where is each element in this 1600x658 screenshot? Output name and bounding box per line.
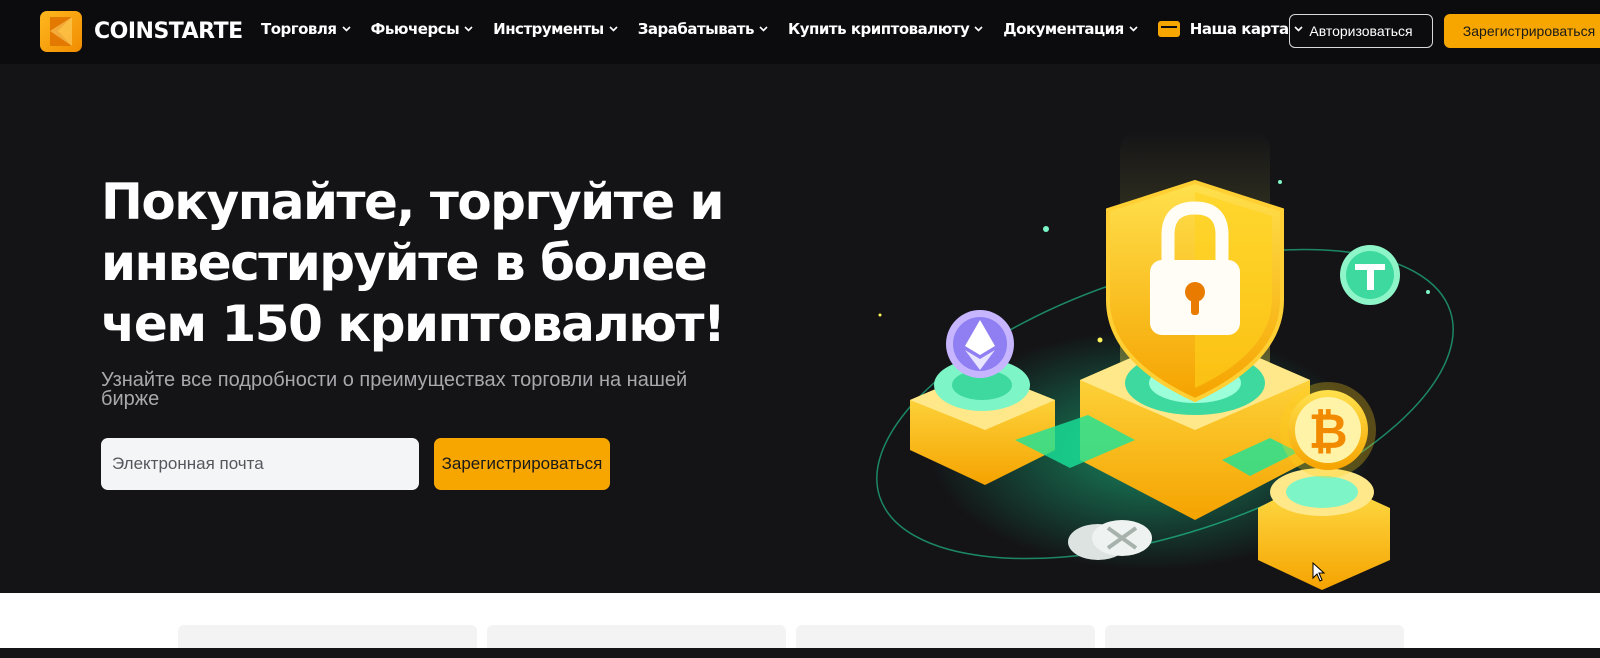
features-section	[0, 593, 1600, 648]
nav-item-label: Документация	[1003, 20, 1124, 38]
nav-item-label: Наша карта	[1189, 20, 1289, 38]
crypto-security-illustration: ₿	[876, 130, 1454, 590]
nav-item-label: Купить криптовалюту	[788, 20, 970, 38]
chevron-down-icon	[464, 26, 473, 32]
nav-item-buy-crypto[interactable]: Купить криптовалюту	[788, 20, 983, 38]
nav-item-tools[interactable]: Инструменты	[493, 20, 618, 38]
credit-card-icon	[1157, 21, 1180, 37]
brand-name: COINSTARTE	[94, 19, 243, 44]
nav-item-docs[interactable]: Документация	[1003, 20, 1138, 38]
feature-card[interactable]	[487, 625, 786, 648]
feature-card[interactable]	[1105, 625, 1404, 648]
sparkle	[1097, 337, 1103, 343]
signup-button-hero[interactable]: Зарегистрироваться	[434, 438, 610, 490]
bottom-bar	[0, 648, 1600, 658]
email-input[interactable]	[101, 438, 419, 490]
brand-logo[interactable]: COINSTARTE	[40, 11, 243, 52]
login-button[interactable]: Авторизоваться	[1289, 14, 1433, 48]
nav-item-trading[interactable]: Торговля	[261, 20, 351, 38]
main-nav: Торговля Фьючерсы Инструменты Зарабатыва…	[261, 20, 1323, 38]
ethereum-coin-icon	[946, 310, 1014, 378]
coinstarte-logo-icon	[40, 11, 82, 52]
sparkle	[1043, 226, 1049, 232]
hero-subtitle: Узнайте все подробности о преимуществах …	[101, 369, 688, 410]
nav-item-label: Фьючерсы	[370, 20, 460, 38]
nav-item-our-card[interactable]: Наша карта	[1157, 20, 1303, 38]
sparkle	[1426, 290, 1430, 294]
nav-item-label: Торговля	[261, 20, 337, 38]
top-navbar: COINSTARTE Торговля Фьючерсы Инструменты…	[0, 0, 1600, 64]
signup-button-header[interactable]: Зарегистрироваться	[1444, 14, 1600, 48]
hero-title: Покупайте, торгуйте и инвестируйте в бол…	[101, 173, 726, 353]
hero-section: Покупайте, торгуйте и инвестируйте в бол…	[0, 64, 1600, 593]
bitcoin-coin-icon: ₿	[1280, 382, 1376, 478]
chevron-down-icon	[759, 26, 768, 32]
mouse-cursor-icon	[1312, 562, 1326, 582]
feature-card[interactable]	[178, 625, 477, 648]
nav-item-futures[interactable]: Фьючерсы	[371, 20, 474, 38]
nav-item-earn[interactable]: Зарабатывать	[638, 20, 768, 38]
nav-item-label: Инструменты	[493, 20, 604, 38]
chevron-down-icon	[974, 26, 983, 32]
feature-card[interactable]	[796, 625, 1095, 648]
sparkle	[1278, 180, 1282, 184]
nav-item-label: Зарабатывать	[637, 20, 755, 38]
sparkle	[878, 313, 882, 317]
svg-text:₿: ₿	[1308, 404, 1347, 460]
chevron-down-icon	[341, 26, 351, 32]
tether-coin-icon	[1340, 245, 1400, 305]
chevron-down-icon	[609, 26, 618, 32]
chevron-down-icon	[1129, 26, 1138, 32]
